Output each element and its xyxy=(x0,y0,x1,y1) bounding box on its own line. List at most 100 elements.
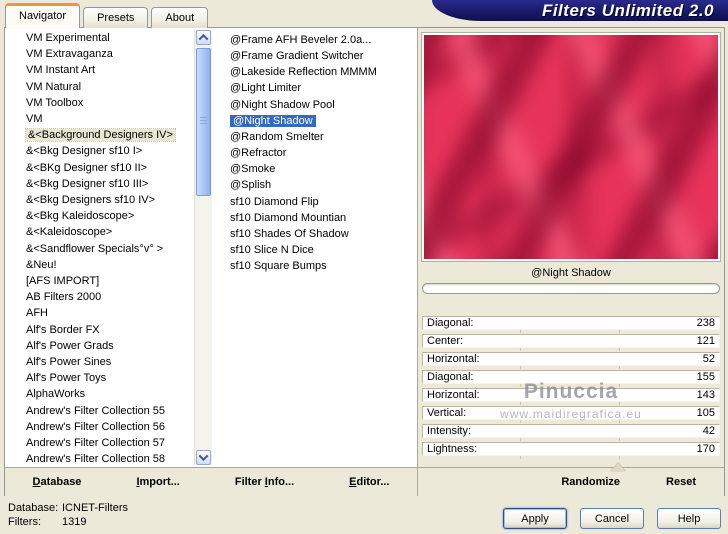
filter-item[interactable]: sf10 Slice N Dice xyxy=(224,242,417,258)
filter-item[interactable]: @Frame Gradient Switcher xyxy=(224,48,417,64)
category-item[interactable]: &<Kaleidoscope> xyxy=(5,224,194,240)
slider-row[interactable]: Horizontal: 143 xyxy=(422,388,720,418)
filter-item-label: @Refractor xyxy=(230,147,287,160)
category-item-label: Andrew's Filter Collection 58 xyxy=(26,453,166,466)
slider-track[interactable]: Vertical: 105 xyxy=(422,406,720,420)
category-item-label: &<Background Designers IV> xyxy=(25,128,176,143)
filter-item[interactable]: @Splish xyxy=(224,177,417,193)
category-item-label: &<BKg Designer sf10 II> xyxy=(26,161,148,174)
slider-track[interactable]: Lightness: 170 xyxy=(422,442,720,456)
category-item-label: VM Natural xyxy=(26,80,82,93)
apply-button[interactable]: Apply xyxy=(503,508,567,529)
category-item[interactable]: Andrew's Filter Collection 58 xyxy=(5,451,194,467)
slider-label: Horizontal: xyxy=(427,353,480,365)
category-item[interactable]: Andrew's Filter Collection 56 xyxy=(5,419,194,435)
tab-navigator[interactable]: Navigator xyxy=(5,3,81,28)
help-button[interactable]: Help xyxy=(657,508,721,529)
filter-item[interactable]: @Smoke xyxy=(224,161,417,177)
category-item-label: &<Bkg Designer sf10 III> xyxy=(26,177,149,190)
slider-track[interactable]: Diagonal: 238 xyxy=(422,316,720,330)
category-item[interactable]: Andrew's Filter Collection 55 xyxy=(5,403,194,419)
category-item[interactable]: &<Bkg Designers sf10 IV> xyxy=(5,192,194,208)
category-item[interactable]: VM Instant Art xyxy=(5,62,194,78)
slider-track[interactable]: Center: 121 xyxy=(422,334,720,348)
scroll-down-button[interactable] xyxy=(196,450,211,465)
filters-count: 1319 xyxy=(62,516,87,528)
slider-row[interactable]: Intensity: 42 xyxy=(422,424,720,454)
category-item[interactable]: Alf's Power Grads xyxy=(5,338,194,354)
category-item[interactable]: &<Bkg Designer sf10 III> xyxy=(5,176,194,192)
category-item[interactable]: Andrew's Filter Collection 57 xyxy=(5,435,194,451)
category-item[interactable]: &<BKg Designer sf10 II> xyxy=(5,160,194,176)
randomize-button[interactable]: Randomize xyxy=(561,476,620,488)
import-button[interactable]: Import... xyxy=(136,476,179,488)
category-item[interactable]: VM xyxy=(5,111,194,127)
slider-row[interactable]: Horizontal: 52 xyxy=(422,352,720,382)
category-item[interactable]: Alf's Border FX xyxy=(5,322,194,338)
slider-label: Horizontal: xyxy=(427,389,480,401)
slider-track[interactable]: Horizontal: 52 xyxy=(422,352,720,366)
slider-label: Vertical: xyxy=(427,407,467,419)
scrollbar-thumb[interactable] xyxy=(196,48,211,196)
slider-value: 42 xyxy=(702,425,715,437)
category-item-label: &Neu! xyxy=(26,258,57,271)
filter-item[interactable]: sf10 Diamond Mountian xyxy=(224,210,417,226)
slider-row[interactable]: Center: 121 xyxy=(422,334,720,364)
title-banner: Filters Unlimited 2.0 xyxy=(432,0,728,21)
reset-button[interactable]: Reset xyxy=(666,476,696,488)
category-item[interactable]: &Neu! xyxy=(5,257,194,273)
status-bar: Database: ICNET-Filters Filters: 1319 Appl… xyxy=(0,496,728,534)
cancel-button[interactable]: Cancel xyxy=(580,508,644,529)
database-button[interactable]: Database xyxy=(33,476,82,488)
tab-about[interactable]: About xyxy=(151,7,209,28)
category-item-label: VM Extravaganza xyxy=(26,48,113,61)
slider-track[interactable]: Diagonal: 155 xyxy=(422,370,720,384)
filter-item[interactable]: @Night Shadow Pool xyxy=(224,97,417,113)
category-item[interactable]: VM Experimental xyxy=(5,30,194,46)
category-item[interactable]: Alf's Power Sines xyxy=(5,354,194,370)
slider-row[interactable]: Vertical: 105 xyxy=(422,406,720,436)
slider-label: Intensity: xyxy=(427,425,472,437)
tab-presets[interactable]: Presets xyxy=(83,7,149,28)
filter-item[interactable]: @Night Shadow xyxy=(224,113,417,129)
preview-image xyxy=(424,35,718,259)
category-item[interactable]: AlphaWorks xyxy=(5,386,194,402)
category-item[interactable]: &<Bkg Designer sf10 I> xyxy=(5,143,194,159)
slider-track[interactable]: Intensity: 42 xyxy=(422,424,720,438)
progress-bar xyxy=(422,283,720,294)
editor-button[interactable]: Editor... xyxy=(349,476,389,488)
category-item[interactable]: VM Extravaganza xyxy=(5,46,194,62)
category-item[interactable]: VM Toolbox xyxy=(5,95,194,111)
filter-item[interactable]: @Light Limiter xyxy=(224,80,417,96)
slider-thumb[interactable] xyxy=(610,455,626,472)
slider-row[interactable]: Lightness: 170 xyxy=(422,442,720,472)
category-list[interactable]: VM Experimental VM Extravaganza VM Instant… xyxy=(5,30,194,467)
category-item[interactable]: &<Bkg Kaleidoscope> xyxy=(5,208,194,224)
filter-item[interactable]: sf10 Diamond Flip xyxy=(224,194,417,210)
filter-info-button[interactable]: Filter Info... xyxy=(235,476,294,488)
category-item[interactable]: Alf's Power Toys xyxy=(5,370,194,386)
category-item[interactable]: AB Filters 2000 xyxy=(5,289,194,305)
filter-item[interactable]: @Refractor xyxy=(224,145,417,161)
category-item-label: Alf's Power Grads xyxy=(26,339,114,352)
filter-item[interactable]: @Lakeside Reflection MMMM xyxy=(224,64,417,80)
category-item[interactable]: [AFS IMPORT] xyxy=(5,273,194,289)
slider-row[interactable]: Diagonal: 238 xyxy=(422,316,720,346)
category-item-label: &<Sandflower Specials°v° > xyxy=(26,242,164,255)
category-item[interactable]: AFH xyxy=(5,305,194,321)
category-scrollbar[interactable] xyxy=(194,30,212,465)
category-item[interactable]: &<Background Designers IV> xyxy=(5,127,194,143)
filter-item[interactable]: sf10 Shades Of Shadow xyxy=(224,226,417,242)
filter-item[interactable]: @Frame AFH Beveler 2.0a... xyxy=(224,32,417,48)
slider-row[interactable]: Diagonal: 155 xyxy=(422,370,720,400)
filter-item[interactable]: sf10 Square Bumps xyxy=(224,258,417,274)
filter-item[interactable]: @Random Smelter xyxy=(224,129,417,145)
scroll-up-button[interactable] xyxy=(196,30,211,45)
slider-track[interactable]: Horizontal: 143 xyxy=(422,388,720,402)
category-item[interactable]: &<Sandflower Specials°v° > xyxy=(5,241,194,257)
filter-item-label: @Frame Gradient Switcher xyxy=(230,50,364,63)
filter-list[interactable]: @Frame AFH Beveler 2.0a... @Frame Gradien… xyxy=(224,32,417,467)
slider-label: Lightness: xyxy=(427,443,478,455)
category-item[interactable]: VM Natural xyxy=(5,79,194,95)
selected-filter-label: @Night Shadow xyxy=(531,267,611,279)
